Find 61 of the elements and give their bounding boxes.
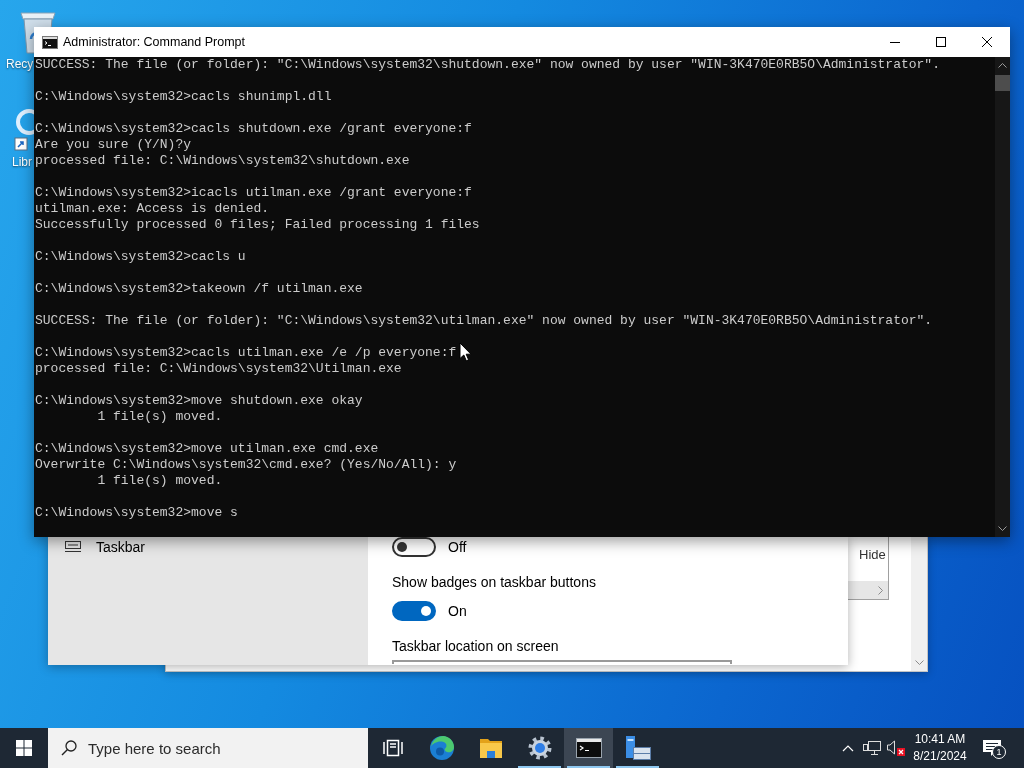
chevron-down-icon[interactable] xyxy=(998,526,1007,531)
taskbar-icon xyxy=(65,541,81,553)
shortcut-icon[interactable] xyxy=(14,108,34,152)
sidebar-item[interactable]: Taskbar xyxy=(96,539,146,555)
console-line: C:\Windows\system32>move utilman.exe cmd.exe xyxy=(35,441,379,457)
console-line: C:\Windows\system32>cacls shutdown.exe /grant everyone:f xyxy=(35,121,472,137)
maximize-icon xyxy=(936,37,946,47)
search-input[interactable]: Type here to search xyxy=(88,738,288,758)
browser-icon xyxy=(429,736,454,760)
chevron-up-icon[interactable] xyxy=(998,63,1007,68)
vertical-scrollbar[interactable] xyxy=(911,537,927,671)
scrollbar-thumb[interactable] xyxy=(995,75,1010,91)
console-line: C:\Windows\system32>move s xyxy=(35,505,238,521)
toggle-state-label: Off xyxy=(448,539,467,555)
chevron-right-icon[interactable] xyxy=(878,585,883,595)
console-line: processed file: C:\Windows\system32\shutdown.exe xyxy=(35,153,410,169)
console-line: processed file: C:\Windows\system32\Utilman.exe xyxy=(35,361,402,377)
server-icon xyxy=(624,736,651,760)
console-line: Are you sure (Y/N)?y xyxy=(35,137,192,153)
console-line: SUCCESS: The file (or folder): "C:\Windows\system32\shutdown.exe" now owned by user "WIN-3K470E0RB5O\Administrator". xyxy=(35,57,940,73)
vertical-scrollbar[interactable] xyxy=(995,57,1010,537)
console-line: C:\Windows\system32>cacls utilman.exe /e /p everyone:f xyxy=(35,345,457,361)
notification-button[interactable]: 1 xyxy=(972,728,1012,768)
taskbar-button[interactable] xyxy=(564,728,613,768)
windows-logo-icon xyxy=(16,740,32,756)
clock-date[interactable]: 8/21/2024 xyxy=(913,748,967,765)
hide-link[interactable]: Hide xyxy=(859,547,886,563)
toggle-switch[interactable] xyxy=(392,537,436,557)
window-title: Administrator: Command Prompt xyxy=(63,35,245,49)
toggle-state-label: On xyxy=(448,603,467,619)
search-box[interactable]: Type here to search xyxy=(48,728,368,768)
clock-time[interactable]: 10:41 AM xyxy=(914,731,966,748)
terminal-icon xyxy=(575,738,602,758)
chevron-down-icon[interactable] xyxy=(914,660,924,665)
network-icon[interactable] xyxy=(863,740,881,756)
console-line: utilman.exe: Access is denied. xyxy=(35,201,270,217)
close-icon xyxy=(982,37,992,47)
console-line: C:\Windows\system32>icacls utilman.exe /grant everyone:f xyxy=(35,185,472,201)
horizontal-scrollbar[interactable] xyxy=(847,581,888,599)
gear-icon xyxy=(527,736,552,760)
console-line: Overwrite C:\Windows\system32\cmd.exe? (Yes/No/All): y xyxy=(35,457,457,473)
console-line: C:\Windows\system32>takeown /f utilman.exe xyxy=(35,281,363,297)
task-view-icon xyxy=(382,739,403,757)
toggle-switch[interactable] xyxy=(392,601,436,621)
console-line: Successfully processed 0 files; Failed processing 1 files xyxy=(35,217,480,233)
speaker-icon[interactable] xyxy=(886,739,906,757)
mouse-pointer-icon xyxy=(459,342,472,362)
setting-label: Show badges on taskbar buttons xyxy=(392,573,596,591)
folder-icon xyxy=(478,738,503,758)
notification-count-badge: 1 xyxy=(992,745,1006,759)
console-line: 1 file(s) moved. xyxy=(96,409,223,425)
terminal-icon xyxy=(42,35,58,49)
console-line: C:\Windows\system32>cacls shunimpl.dll xyxy=(35,89,332,105)
search-icon xyxy=(61,740,77,756)
dropdown-field[interactable] xyxy=(392,660,732,664)
console-line: C:\Windows\system32>cacls u xyxy=(35,249,246,265)
setting-label: Taskbar location on screen xyxy=(392,637,559,655)
console-line: SUCCESS: The file (or folder): "C:\Windows\system32\utilman.exe" now owned by user "WIN-3K470E0RB5O\Administrator". xyxy=(35,313,933,329)
minimize-icon xyxy=(890,41,900,43)
console-line: C:\Windows\system32>move shutdown.exe okay xyxy=(35,393,363,409)
console-line: 1 file(s) moved. xyxy=(96,473,223,489)
